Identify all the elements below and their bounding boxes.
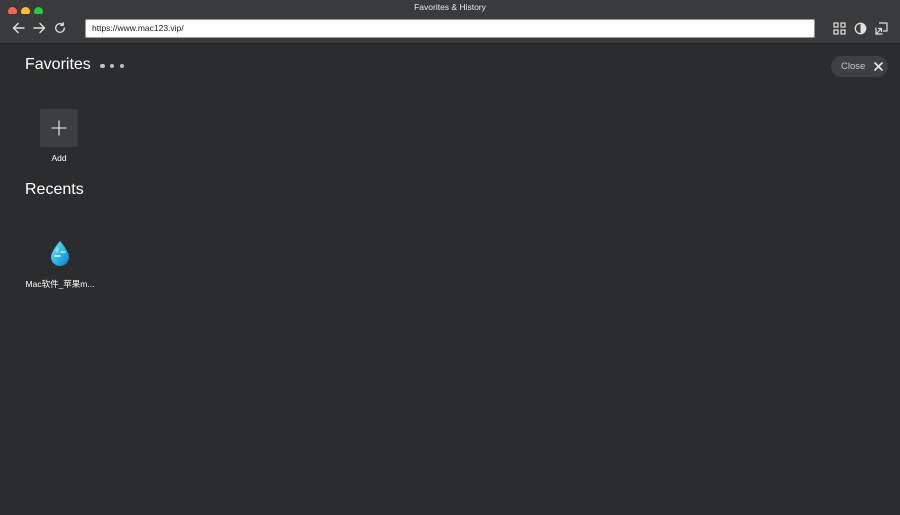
browser-window: Favorites & History https://www.mac123.v…: [0, 0, 900, 515]
forward-button[interactable]: [29, 18, 49, 38]
close-button[interactable]: Close: [831, 56, 888, 77]
grid-icon: [832, 21, 846, 35]
add-favorite-label: Add: [51, 153, 67, 163]
back-button[interactable]: [8, 18, 28, 38]
close-label: Close: [841, 61, 866, 72]
more-dot-icon: [119, 63, 124, 69]
picture-in-picture-button[interactable]: [871, 18, 891, 38]
window-title: Favorites & History: [414, 2, 486, 12]
add-favorite-tile[interactable]: [40, 109, 78, 147]
reload-icon: [55, 22, 65, 33]
toolbar: https://www.mac123.vip/: [0, 14, 900, 44]
favorites-more-button[interactable]: [100, 60, 124, 72]
favorites-title: Favorites: [25, 56, 91, 73]
more-dot-icon: [109, 63, 115, 69]
theme-toggle-button[interactable]: [850, 18, 870, 38]
more-dot-icon: [100, 63, 105, 69]
water-drop-icon[interactable]: [46, 239, 74, 267]
recent-item-label[interactable]: Mac软件_苹果m...: [22, 278, 98, 290]
reload-button[interactable]: [50, 18, 70, 38]
apps-grid-button[interactable]: [829, 18, 849, 38]
recents-title: Recents: [25, 181, 84, 198]
url-input[interactable]: https://www.mac123.vip/: [85, 19, 815, 38]
pip-icon: [874, 21, 888, 35]
close-icon: [874, 62, 884, 71]
arrow-left-icon: [12, 22, 25, 34]
contrast-icon: [854, 22, 866, 34]
arrow-right-icon: [32, 22, 45, 34]
plus-icon: [51, 120, 67, 136]
title-bar: Favorites & History: [0, 0, 900, 16]
